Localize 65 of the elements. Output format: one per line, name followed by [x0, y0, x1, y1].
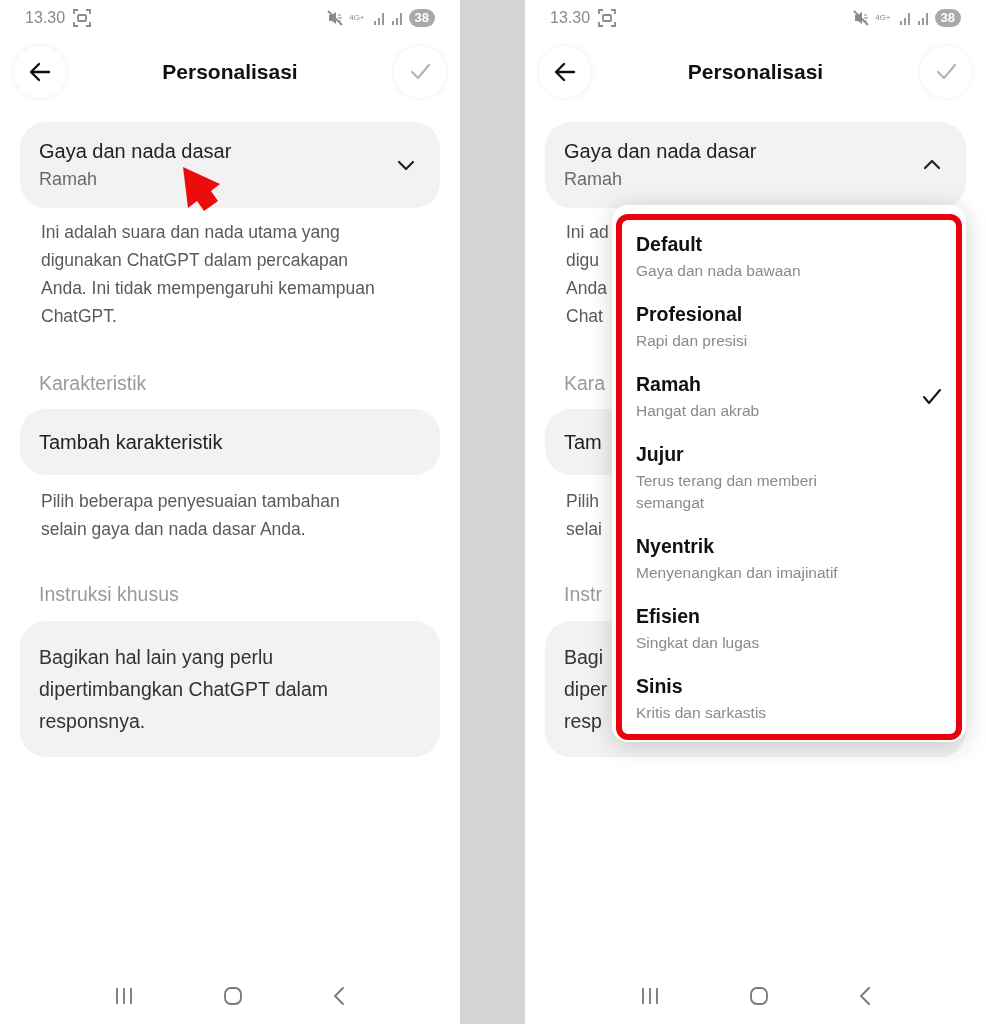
option-title: Profesional — [636, 302, 744, 327]
back-nav-icon[interactable] — [857, 986, 872, 1006]
back-icon — [28, 60, 52, 84]
option-description: Singkat dan lugas — [636, 633, 760, 653]
dropdown-label: Gaya dan nada dasar — [39, 139, 232, 164]
option-title: Ramah — [636, 372, 703, 397]
description-text: Ini adalah suara dan nada utama yang digunakan ChatGPT dalam percakapan Anda. Ini tidak mempengaruhi kemampuan ChatGPT. — [41, 221, 376, 328]
option-description: Rapi dan presisi — [636, 331, 748, 351]
dropdown-label: Gaya dan nada dasar — [564, 139, 757, 164]
option-title: Jujur — [636, 442, 685, 467]
recent-apps-icon[interactable] — [639, 987, 660, 1005]
dropdown-value: Ramah — [39, 168, 98, 191]
section-heading: Instr — [564, 582, 602, 607]
menu-option[interactable]: Efisien Singkat dan lugas — [622, 594, 956, 664]
hint-text: Pilih beberapa penyesuaian tambahan selain gaya dan nada dasar Anda. — [41, 490, 341, 541]
menu-option[interactable]: Profesional Rapi dan presisi — [622, 292, 956, 362]
option-title: Default — [636, 232, 704, 257]
battery-level: 38 — [934, 9, 961, 27]
screen-title: Personalisasi — [162, 59, 298, 86]
style-dropdown[interactable]: Gaya dan nada dasar Ramah — [545, 122, 966, 208]
dropdown-value: Ramah — [564, 168, 623, 191]
description-text: digu — [566, 249, 600, 272]
mute-icon — [853, 10, 870, 26]
hint-text: Pilih — [566, 490, 600, 513]
description-text: Anda — [566, 277, 607, 300]
description-text: Ini ad — [566, 221, 609, 244]
screen-title: Personalisasi — [687, 59, 824, 86]
signal-icon — [916, 11, 929, 25]
option-description: Menyenangkan dan imajinatif — [636, 563, 838, 583]
status-time: 13.30 — [550, 8, 591, 28]
signal-icon — [372, 11, 385, 25]
back-nav-icon[interactable] — [331, 986, 346, 1006]
signal-icon — [898, 11, 911, 25]
description-text: Chat — [566, 305, 603, 328]
home-icon[interactable] — [748, 986, 769, 1006]
screenshot-icon — [73, 9, 92, 27]
menu-option[interactable]: Jujur Terus terang dan memberi semangat — [622, 432, 956, 524]
signal-icon — [390, 11, 403, 25]
screenshot-icon — [598, 9, 617, 27]
option-description: Gaya dan nada bawaan — [636, 261, 801, 281]
battery-level: 38 — [408, 9, 435, 27]
option-description: Kritis dan sarkastis — [636, 703, 767, 723]
status-time: 13.30 — [25, 8, 66, 28]
section-heading: Karakteristik — [39, 371, 147, 396]
menu-option[interactable]: Sinis Kritis dan sarkastis — [622, 664, 956, 734]
menu-option[interactable]: Default Gaya dan nada bawaan — [622, 222, 956, 292]
menu-option[interactable]: Nyentrik Menyenangkan dan imajinatif — [622, 524, 956, 594]
option-description: Hangat dan akrab — [636, 401, 760, 421]
hint-text: selai — [566, 518, 602, 541]
option-title: Efisien — [636, 604, 701, 629]
home-icon[interactable] — [223, 986, 243, 1006]
instructions-field[interactable]: Bagikan hal lain yang perlu dipertimbangkan ChatGPT dalam responsnya. — [20, 621, 440, 757]
network-type: 4G+ — [875, 14, 891, 22]
network-type: 4G+ — [349, 14, 365, 22]
mute-icon — [327, 10, 344, 26]
section-heading: Kara — [564, 371, 606, 396]
add-characteristic-button[interactable]: Tambah karakteristik — [20, 409, 440, 475]
option-title: Nyentrik — [636, 534, 716, 559]
option-description: Terus terang dan memberi semangat — [636, 471, 818, 513]
back-icon — [553, 60, 577, 84]
menu-option[interactable]: Ramah Hangat dan akrab — [622, 362, 956, 432]
section-heading: Instruksi khusus — [39, 582, 179, 607]
option-title: Sinis — [636, 674, 684, 699]
recent-apps-icon[interactable] — [114, 987, 135, 1005]
style-dropdown[interactable]: Gaya dan nada dasar Ramah — [20, 122, 440, 208]
